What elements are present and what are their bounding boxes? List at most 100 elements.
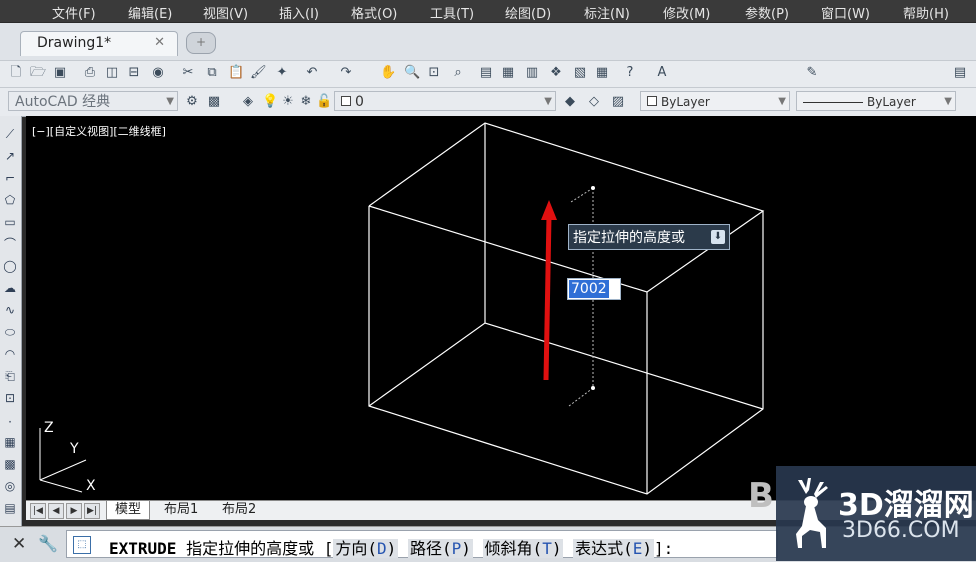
wrench-icon[interactable]: 🔧 <box>38 534 58 553</box>
next-layout-icon[interactable]: ▶ <box>66 503 82 519</box>
lightbulb-icon[interactable]: 💡 <box>262 94 278 110</box>
linetype-line-icon <box>803 102 863 103</box>
tab-layout2[interactable]: 布局2 <box>214 501 264 519</box>
zoom-previous-icon[interactable]: ⌕ <box>450 65 466 81</box>
height-input[interactable]: 7002 <box>567 278 621 300</box>
menu-dimension[interactable]: 标注(N) <box>584 3 630 22</box>
chevron-down-icon: ▼ <box>166 96 174 107</box>
markup-icon[interactable]: ▧ <box>572 65 588 81</box>
block-editor-icon[interactable]: ✦ <box>274 65 290 81</box>
circle-icon[interactable]: ◯ <box>2 258 18 274</box>
linetype-select[interactable]: ByLayer ▼ <box>796 91 956 111</box>
layer-states-icon[interactable]: ▨ <box>610 94 626 110</box>
option-path[interactable]: 路径(P) <box>407 539 473 558</box>
workspace-settings-icon[interactable]: ⚙ <box>184 94 200 110</box>
menu-modify[interactable]: 修改(M) <box>663 3 710 22</box>
menu-tools[interactable]: 工具(T) <box>430 3 474 22</box>
zoom-window-icon[interactable]: ⊡ <box>426 65 442 81</box>
grip-point[interactable] <box>591 386 595 390</box>
tool-palettes-icon[interactable]: ▥ <box>524 65 540 81</box>
menu-help[interactable]: 帮助(H) <box>903 3 949 22</box>
close-icon[interactable]: ✕ <box>12 534 26 554</box>
gradient-icon[interactable]: ▩ <box>2 456 18 472</box>
standard-toolbar: 🗋 🗁 ▣ ⎙ ◫ ⊟ ◉ ✂ ⧉ 📋 🖌 ✦ ↶ ↷ ✋ 🔍 ⊡ ⌕ ▤ ▦ … <box>0 60 976 144</box>
sheet-set-icon[interactable]: ❖ <box>548 65 564 81</box>
help-icon[interactable]: ? <box>622 65 638 81</box>
close-icon[interactable]: ✕ <box>154 35 165 50</box>
construction-line-icon[interactable]: ↗ <box>2 148 18 164</box>
command-line[interactable]: ⬚ EXTRUDE 指定拉伸的高度或 [方向(D) 路径(P) 倾斜角(T) 表… <box>66 530 778 558</box>
layer-select[interactable]: 0 ▼ <box>334 91 556 111</box>
last-layout-icon[interactable]: ▶| <box>84 503 100 519</box>
spline-icon[interactable]: ∿ <box>2 302 18 318</box>
layer-previous-icon[interactable]: ◇ <box>586 94 602 110</box>
zoom-realtime-icon[interactable]: 🔍 <box>404 65 420 81</box>
polyline-icon[interactable]: ⌐ <box>2 170 18 186</box>
plot-icon[interactable]: ⊟ <box>126 65 142 81</box>
menu-draw[interactable]: 绘图(D) <box>505 3 551 22</box>
save-icon[interactable]: ▣ <box>52 65 68 81</box>
tab-layout1[interactable]: 布局1 <box>156 501 206 519</box>
new-tab-button[interactable]: + <box>186 32 216 54</box>
region-icon[interactable]: ◎ <box>2 478 18 494</box>
new-file-icon[interactable]: 🗋 <box>8 65 24 81</box>
open-folder-icon[interactable]: 🗁 <box>30 65 46 81</box>
table-style-icon[interactable]: ▤ <box>952 65 968 81</box>
insert-block-icon[interactable]: ⎗ <box>2 368 18 384</box>
ucs-z-label: Z <box>44 420 54 436</box>
unlock-icon[interactable]: 🔓 <box>316 94 332 110</box>
undo-icon[interactable]: ↶ <box>304 65 320 81</box>
match-properties-icon[interactable]: 🖌 <box>250 65 267 81</box>
point-icon[interactable]: · <box>2 414 18 430</box>
option-expression[interactable]: 表达式(E) <box>573 539 655 558</box>
table-icon[interactable]: ▤ <box>2 500 18 516</box>
publish-icon[interactable]: ◉ <box>150 65 166 81</box>
revcloud-icon[interactable]: ☁ <box>2 280 18 296</box>
option-direction[interactable]: 方向(D) <box>333 539 399 558</box>
grip-point[interactable] <box>591 186 595 190</box>
print-icon[interactable]: ⎙ <box>82 65 98 81</box>
rectangle-icon[interactable]: ▭ <box>2 214 18 230</box>
properties-icon[interactable]: ▤ <box>478 65 494 81</box>
line-icon[interactable]: ⟋ <box>2 126 18 142</box>
sun-icon[interactable]: ☀ <box>280 94 296 110</box>
workspace-toggle-icon[interactable]: ▩ <box>206 94 222 110</box>
dim-style-icon[interactable]: ✎ <box>804 65 820 81</box>
layer-freeze-icon[interactable]: ❄ <box>298 94 314 110</box>
ellipse-icon[interactable]: ⬭ <box>2 324 18 340</box>
print-preview-icon[interactable]: ◫ <box>104 65 120 81</box>
hatch-icon[interactable]: ▦ <box>2 434 18 450</box>
menu-file[interactable]: 文件(F) <box>52 3 96 22</box>
ellipse-arc-icon[interactable]: ◠ <box>2 346 18 362</box>
polygon-icon[interactable]: ⬠ <box>2 192 18 208</box>
make-current-layer-icon[interactable]: ◆ <box>562 94 578 110</box>
layer-properties-icon[interactable]: ◈ <box>240 94 256 110</box>
color-select[interactable]: ByLayer ▼ <box>640 91 790 111</box>
arc-icon[interactable]: ⌒ <box>2 236 18 252</box>
menu-view[interactable]: 视图(V) <box>203 3 248 22</box>
calculator-icon[interactable]: ▦ <box>594 65 610 81</box>
options-down-icon[interactable]: ⬇ <box>711 230 725 244</box>
menu-format[interactable]: 格式(O) <box>351 3 397 22</box>
paste-icon[interactable]: 📋 <box>228 65 244 81</box>
redo-icon[interactable]: ↷ <box>338 65 354 81</box>
tab-model[interactable]: 模型 <box>106 501 151 520</box>
first-layout-icon[interactable]: |◀ <box>30 503 46 519</box>
menu-parametric[interactable]: 参数(P) <box>745 3 789 22</box>
menu-window[interactable]: 窗口(W) <box>821 3 870 22</box>
tab-drawing1[interactable]: Drawing1* ✕ <box>20 31 178 56</box>
menu-edit[interactable]: 编辑(E) <box>128 3 172 22</box>
make-block-icon[interactable]: ⊡ <box>2 390 18 406</box>
prev-layout-icon[interactable]: ◀ <box>48 503 64 519</box>
cut-icon[interactable]: ✂ <box>180 65 196 81</box>
copy-icon[interactable]: ⧉ <box>204 65 220 81</box>
text-style-icon[interactable]: A <box>654 65 670 81</box>
pan-icon[interactable]: ✋ <box>380 65 396 81</box>
workspace-select[interactable]: AutoCAD 经典 ▼ <box>8 91 178 111</box>
option-taper-angle[interactable]: 倾斜角(T) <box>482 539 564 558</box>
height-value[interactable]: 7002 <box>569 280 609 298</box>
command-icon[interactable]: ⬚ <box>73 536 91 554</box>
menu-insert[interactable]: 插入(I) <box>279 3 319 22</box>
drawing-viewport[interactable]: [−][自定义视图][二维线框] Z Y X <box>26 116 976 500</box>
design-center-icon[interactable]: ▦ <box>500 65 516 81</box>
